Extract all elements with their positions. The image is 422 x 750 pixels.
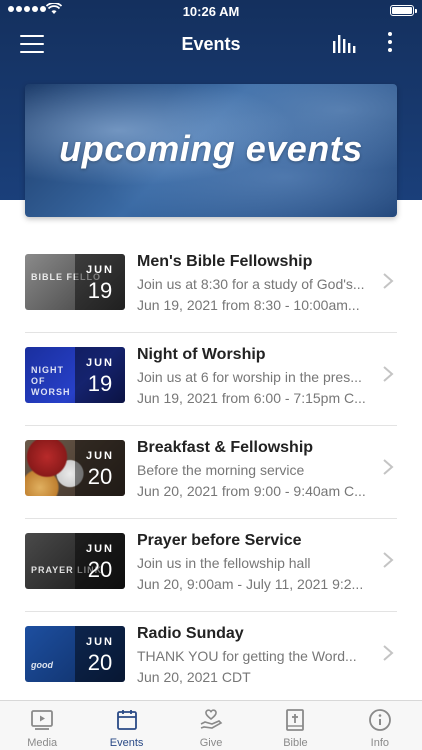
event-description: Before the morning service <box>137 462 305 478</box>
event-title: Prayer before Service <box>137 532 302 549</box>
bar-chart-icon[interactable] <box>332 35 358 53</box>
event-list: BIBLE FELLO JUN 19 Men's Bible Fellowshi… <box>0 240 422 705</box>
tab-label: Info <box>370 737 389 749</box>
event-row[interactable]: NIGHT OF WORSH JUN 19 Night of Worship J… <box>0 333 422 426</box>
bible-cross-icon <box>286 709 305 731</box>
date-month: JUN <box>85 543 114 555</box>
more-vertical-icon[interactable] <box>382 32 398 56</box>
event-title: Men's Bible Fellowship <box>137 253 313 270</box>
bottom-tab-bar: Media Events Give Bible Info <box>0 700 422 750</box>
event-thumbnail: BIBLE FELLO JUN 19 <box>25 254 125 310</box>
event-description: Join us in the fellowship hall <box>137 555 311 571</box>
event-date: Jun 20, 2021 CDT <box>137 669 251 685</box>
tab-media[interactable]: Media <box>0 701 84 750</box>
battery-icon <box>390 5 417 16</box>
event-date: Jun 20, 9:00am - July 11, 2021 9:2... <box>137 576 364 592</box>
event-description: THANK YOU for getting the Word... <box>137 648 357 664</box>
event-row[interactable]: JUN 20 Breakfast & Fellowship Before the… <box>0 426 422 519</box>
tab-label: Give <box>199 737 223 749</box>
tab-bible[interactable]: Bible <box>253 701 337 750</box>
tab-label: Media <box>27 737 58 749</box>
date-day: 20 <box>87 464 113 489</box>
chevron-right-icon <box>383 366 394 382</box>
tab-give[interactable]: Give <box>169 701 253 750</box>
banner-text: upcoming events <box>59 128 363 169</box>
event-description: Join us at 8:30 for a study of God's... <box>137 276 365 292</box>
tab-label: Events <box>109 737 144 749</box>
date-month: JUN <box>85 450 114 462</box>
date-badge: JUN 20 <box>75 533 125 589</box>
event-row[interactable]: PRAYER LINK JUN 20 Prayer before Service… <box>0 519 422 612</box>
event-thumbnail: PRAYER LINK JUN 20 <box>25 533 125 589</box>
chevron-right-icon <box>383 459 394 475</box>
date-day: 20 <box>87 557 113 582</box>
event-thumbnail: NIGHT OF WORSH JUN 19 <box>25 347 125 403</box>
event-date: Jun 19, 2021 from 6:00 - 7:15pm C... <box>137 390 366 406</box>
event-title: Breakfast & Fellowship <box>137 439 314 456</box>
event-description: Join us at 6 for worship in the pres... <box>137 369 362 385</box>
date-day: 19 <box>87 371 113 396</box>
event-date: Jun 20, 2021 from 9:00 - 9:40am C... <box>137 483 366 499</box>
thumbnail-text: NIGHT OF WORSH <box>31 365 71 397</box>
navigation-bar: Events <box>0 22 422 66</box>
upcoming-events-banner: upcoming events <box>25 84 397 217</box>
date-badge: JUN 20 <box>75 626 125 682</box>
give-heart-hand-icon <box>200 709 223 729</box>
date-day: 19 <box>87 278 113 303</box>
event-title: Night of Worship <box>137 346 266 363</box>
tab-events[interactable]: Events <box>84 701 168 750</box>
date-month: JUN <box>85 357 114 369</box>
date-month: JUN <box>85 636 114 648</box>
date-badge: JUN 19 <box>75 347 125 403</box>
page-title: Events <box>181 34 241 54</box>
event-row[interactable]: BIBLE FELLO JUN 19 Men's Bible Fellowshi… <box>0 240 422 333</box>
tab-label: Bible <box>283 737 308 749</box>
event-date: Jun 19, 2021 from 8:30 - 10:00am... <box>137 297 360 313</box>
status-time: 10:26 AM <box>182 4 240 19</box>
date-day: 20 <box>87 650 113 675</box>
event-thumbnail: good JUN 20 <box>25 626 125 682</box>
event-row[interactable]: good JUN 20 Radio Sunday THANK YOU for g… <box>0 612 422 705</box>
status-bar: 10:26 AM <box>0 0 422 22</box>
event-thumbnail: JUN 20 <box>25 440 125 496</box>
info-icon <box>368 709 391 731</box>
thumbnail-text: good <box>31 660 53 670</box>
chevron-right-icon <box>383 552 394 568</box>
date-badge: JUN 20 <box>75 440 125 496</box>
tab-info[interactable]: Info <box>338 701 422 750</box>
chevron-right-icon <box>383 645 394 661</box>
chevron-right-icon <box>383 273 394 289</box>
event-title: Radio Sunday <box>137 625 244 642</box>
date-month: JUN <box>85 264 114 276</box>
calendar-icon <box>116 710 137 730</box>
date-badge: JUN 19 <box>75 254 125 310</box>
media-play-icon <box>31 710 54 730</box>
